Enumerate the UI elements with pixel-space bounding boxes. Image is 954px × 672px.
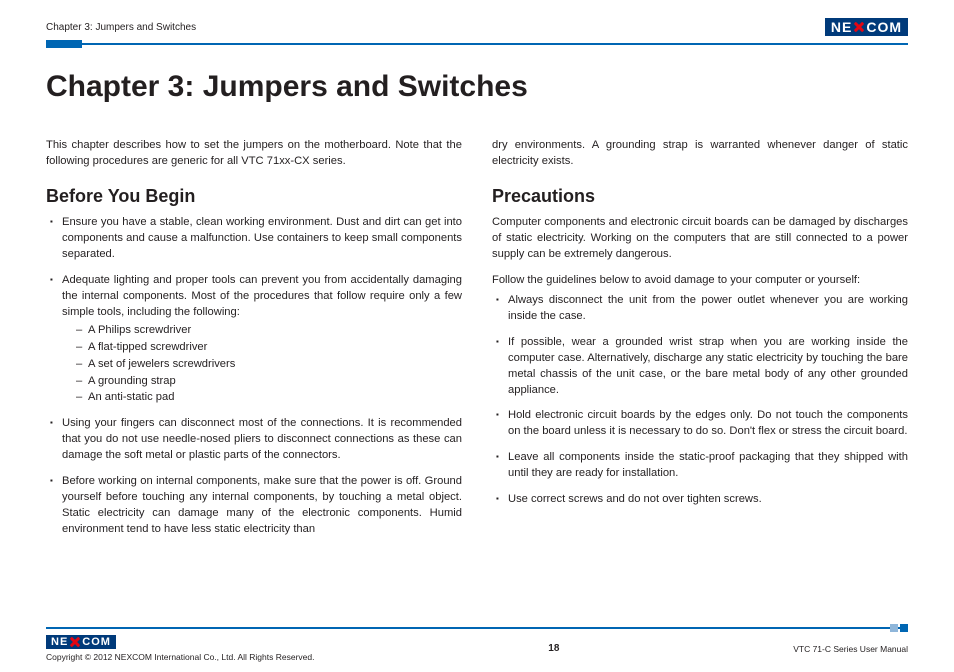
precautions-intro: Computer components and electronic circu… (492, 215, 908, 263)
sublist-item: A grounding strap (62, 374, 462, 390)
page-title: Chapter 3: Jumpers and Switches (46, 70, 908, 104)
logo-text-left: NE (831, 20, 852, 34)
header-bar: Chapter 3: Jumpers and Switches NE COM (46, 18, 908, 36)
precautions-list: Always disconnect the unit from the powe… (492, 293, 908, 508)
list-item: Using your fingers can disconnect most o… (46, 416, 462, 464)
sublist-item: An anti-static pad (62, 390, 462, 406)
header-rule (46, 40, 908, 48)
before-list: Ensure you have a stable, clean working … (46, 215, 462, 537)
sublist-item: A Philips screwdriver (62, 323, 462, 339)
list-item: Ensure you have a stable, clean working … (46, 215, 462, 263)
doc-title: VTC 71-C Series User Manual (793, 644, 908, 654)
list-item-text: Adequate lighting and proper tools can p… (62, 274, 462, 318)
logo-x-icon (69, 636, 81, 648)
intro-paragraph: This chapter describes how to set the ju… (46, 138, 462, 170)
logo-text-right: COM (866, 20, 902, 34)
list-item: Adequate lighting and proper tools can p… (46, 273, 462, 406)
copyright-text: Copyright © 2012 NEXCOM International Co… (46, 652, 314, 662)
right-column: dry environments. A grounding strap is w… (492, 138, 908, 548)
list-item: Before working on internal components, m… (46, 474, 462, 538)
carryover-paragraph: dry environments. A grounding strap is w… (492, 138, 908, 170)
tools-sublist: A Philips screwdriver A flat-tipped scre… (62, 323, 462, 407)
footer-rule (46, 624, 908, 632)
footer: NE COM Copyright © 2012 NEXCOM Internati… (46, 624, 908, 662)
nexcom-logo: NE COM (825, 18, 908, 36)
logo-text-left: NE (51, 637, 68, 648)
sublist-item: A flat-tipped screwdriver (62, 340, 462, 356)
list-item: Always disconnect the unit from the powe… (492, 293, 908, 325)
list-item: If possible, wear a grounded wrist strap… (492, 335, 908, 399)
page-number: 18 (548, 643, 559, 654)
sublist-item: A set of jewelers screwdrivers (62, 357, 462, 373)
list-item: Hold electronic circuit boards by the ed… (492, 408, 908, 440)
content-columns: This chapter describes how to set the ju… (46, 138, 908, 548)
before-heading: Before You Begin (46, 184, 462, 210)
breadcrumb: Chapter 3: Jumpers and Switches (46, 22, 196, 33)
precautions-lead: Follow the guidelines below to avoid dam… (492, 273, 908, 289)
list-item: Use correct screws and do not over tight… (492, 492, 908, 508)
logo-text-right: COM (82, 637, 111, 648)
left-column: This chapter describes how to set the ju… (46, 138, 462, 548)
list-item: Leave all components inside the static-p… (492, 450, 908, 482)
logo-x-icon (853, 21, 865, 33)
precautions-heading: Precautions (492, 184, 908, 210)
footer-logo: NE COM (46, 635, 116, 649)
